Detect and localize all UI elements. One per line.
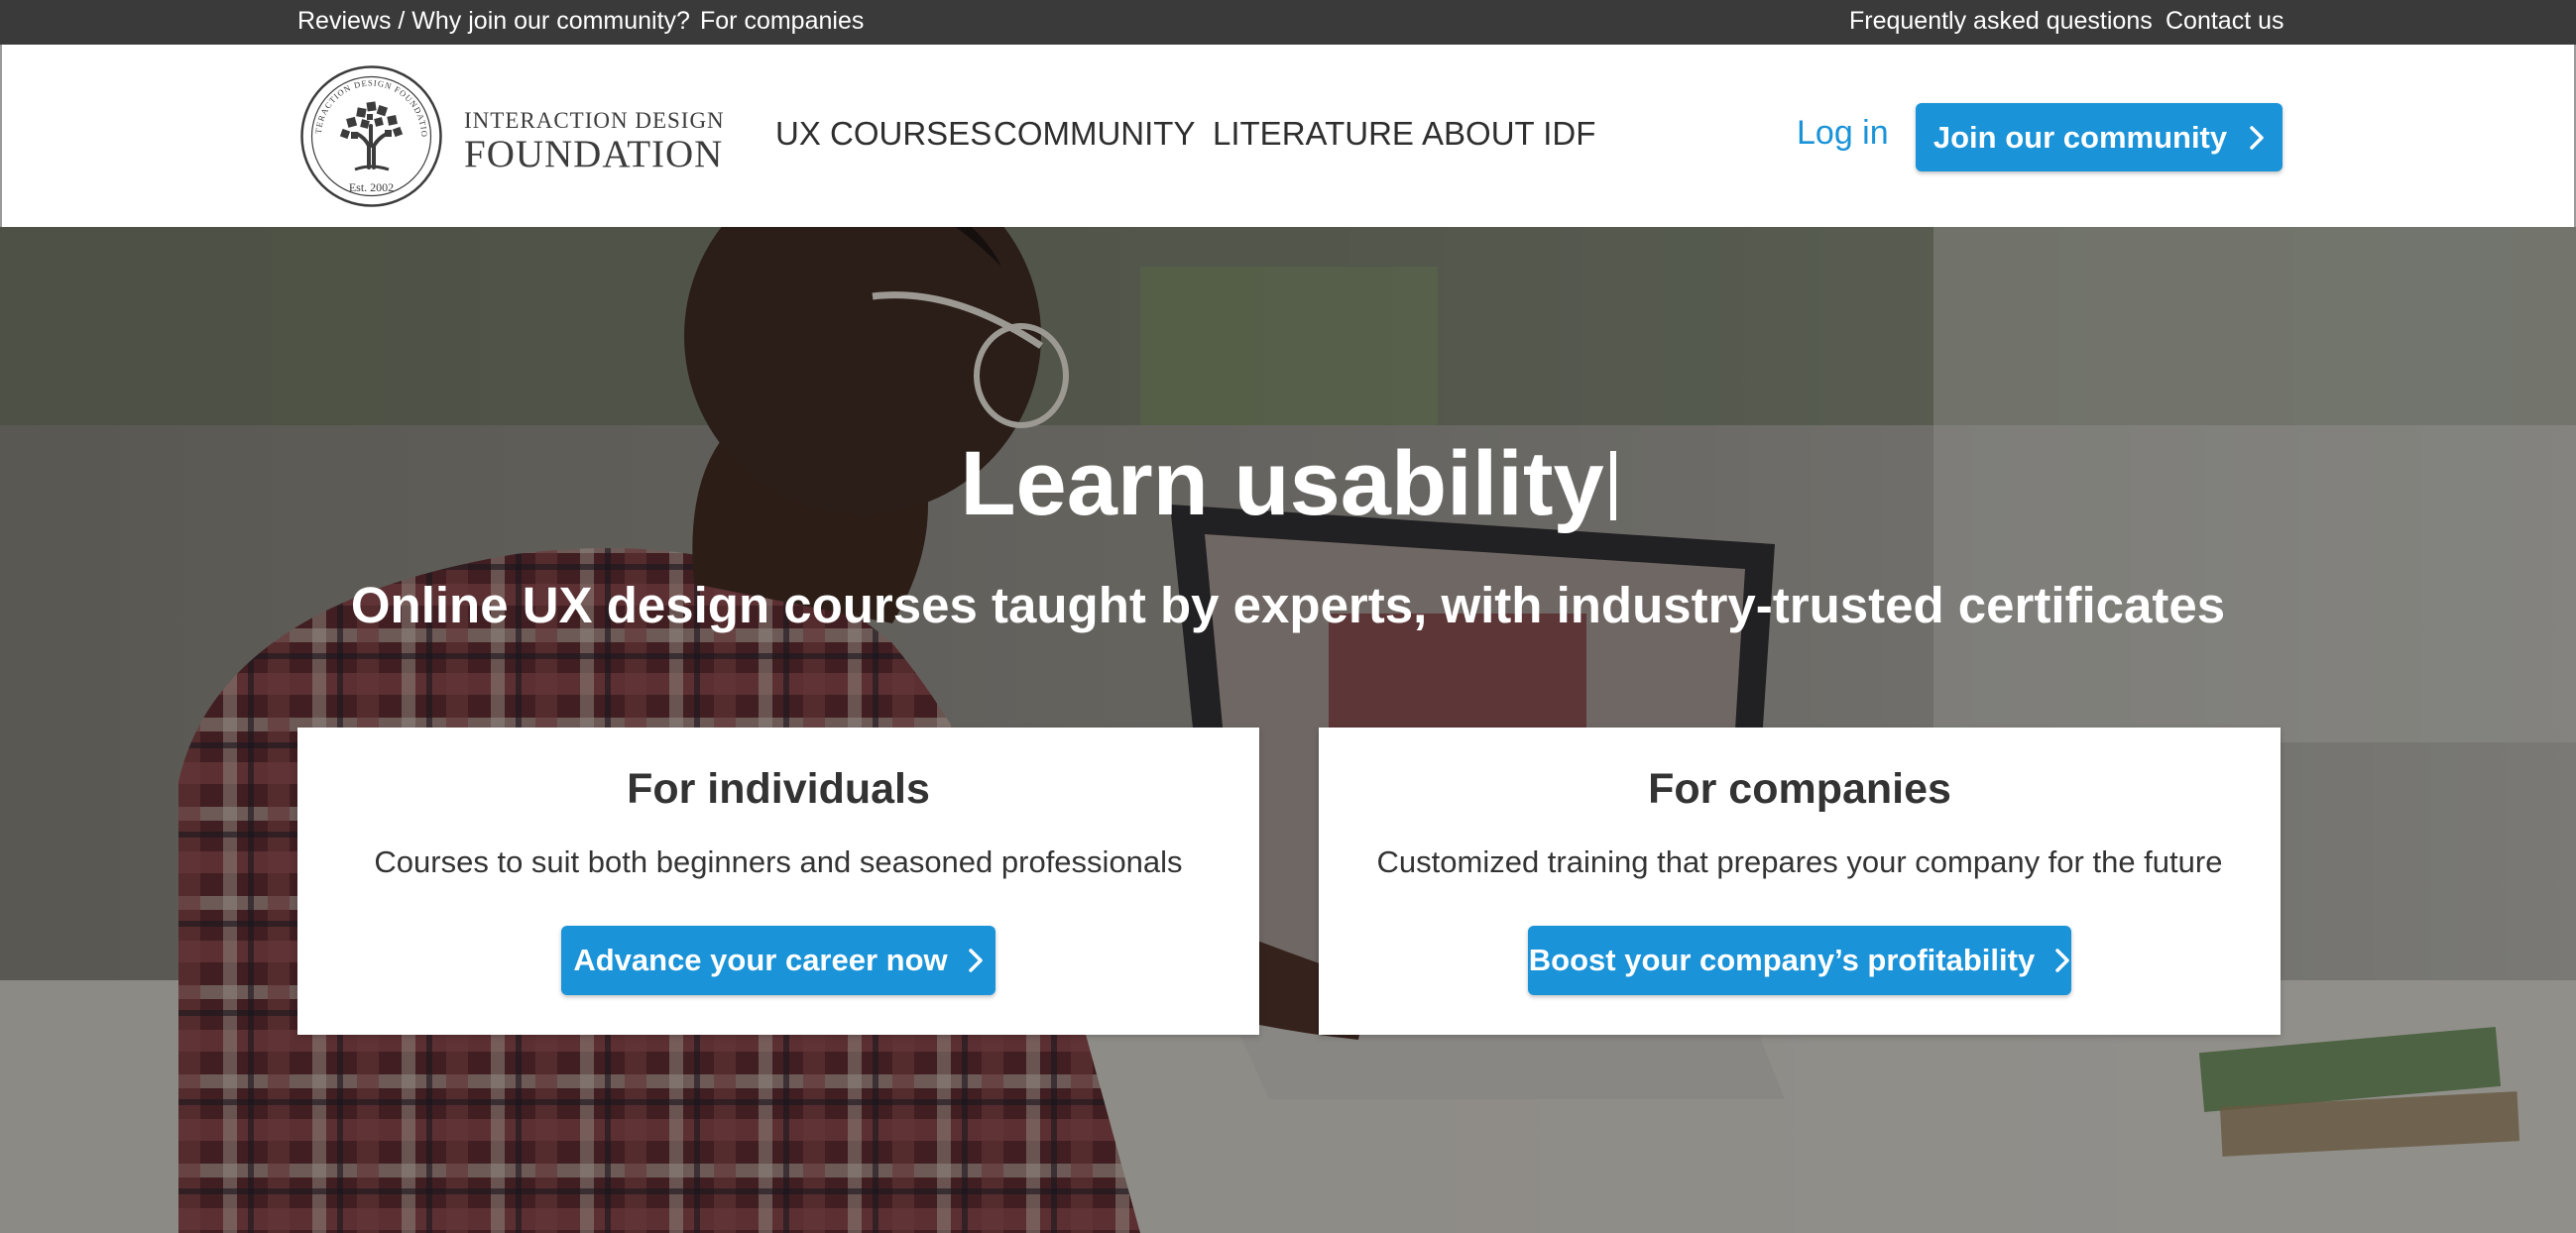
typing-cursor [1609,451,1616,520]
hero-title: Learn usability [0,432,2576,536]
companies-card-text: Customized training that prepares your c… [1376,844,2223,879]
site-header: Est. 2002 INTERACTION DESIGN FOUNDATION … [0,45,2576,227]
hero-subtitle: Online UX design courses taught by exper… [350,577,2226,633]
advance-career-label: Advance your career now [573,943,948,977]
hero-section: Learn usability Online UX design courses… [0,227,2576,1233]
for-companies-link[interactable]: For companies [700,7,864,36]
individuals-card: For individuals Courses to suit both beg… [297,728,1259,1035]
logo-tree-icon[interactable]: Est. 2002 INTERACTION DESIGN FOUNDATION [299,64,443,208]
nav-about-idf[interactable]: ABOUT IDF [1422,115,1595,153]
advance-career-button[interactable]: Advance your career now [561,926,995,995]
reviews-link[interactable]: Reviews / Why join our community? [297,7,690,36]
chevron-right-icon [2055,949,2069,972]
boost-profitability-button[interactable]: Boost your company’s profitability [1528,926,2071,995]
companies-card-title: For companies [1648,765,1951,813]
individuals-card-title: For individuals [627,765,930,813]
nav-ux-courses[interactable]: UX COURSES [775,115,992,153]
contact-link[interactable]: Contact us [2166,7,2284,36]
hero-title-text: Learn usability [960,433,1604,534]
top-utility-bar: Reviews / Why join our community? For co… [0,0,2576,45]
faq-link[interactable]: Frequently asked questions [1849,7,2153,36]
page: Reviews / Why join our community? For co… [0,0,2576,1233]
chevron-right-icon [968,949,983,972]
logo-wordmark-bottom[interactable]: FOUNDATION [464,132,723,176]
login-link[interactable]: Log in [1797,114,1889,153]
svg-text:Est. 2002: Est. 2002 [349,180,394,194]
logo-wordmark-top[interactable]: INTERACTION DESIGN [464,108,725,134]
chevron-right-icon [2250,125,2264,150]
individuals-card-text: Courses to suit both beginners and seaso… [374,844,1183,879]
nav-community[interactable]: COMMUNITY [994,115,1195,153]
join-community-button[interactable]: Join our community [1916,103,2283,171]
boost-profitability-label: Boost your company’s profitability [1528,943,2036,977]
join-community-label: Join our community [1932,119,2228,155]
nav-literature[interactable]: LITERATURE [1213,115,1414,153]
companies-card: For companies Customized training that p… [1319,728,2281,1035]
